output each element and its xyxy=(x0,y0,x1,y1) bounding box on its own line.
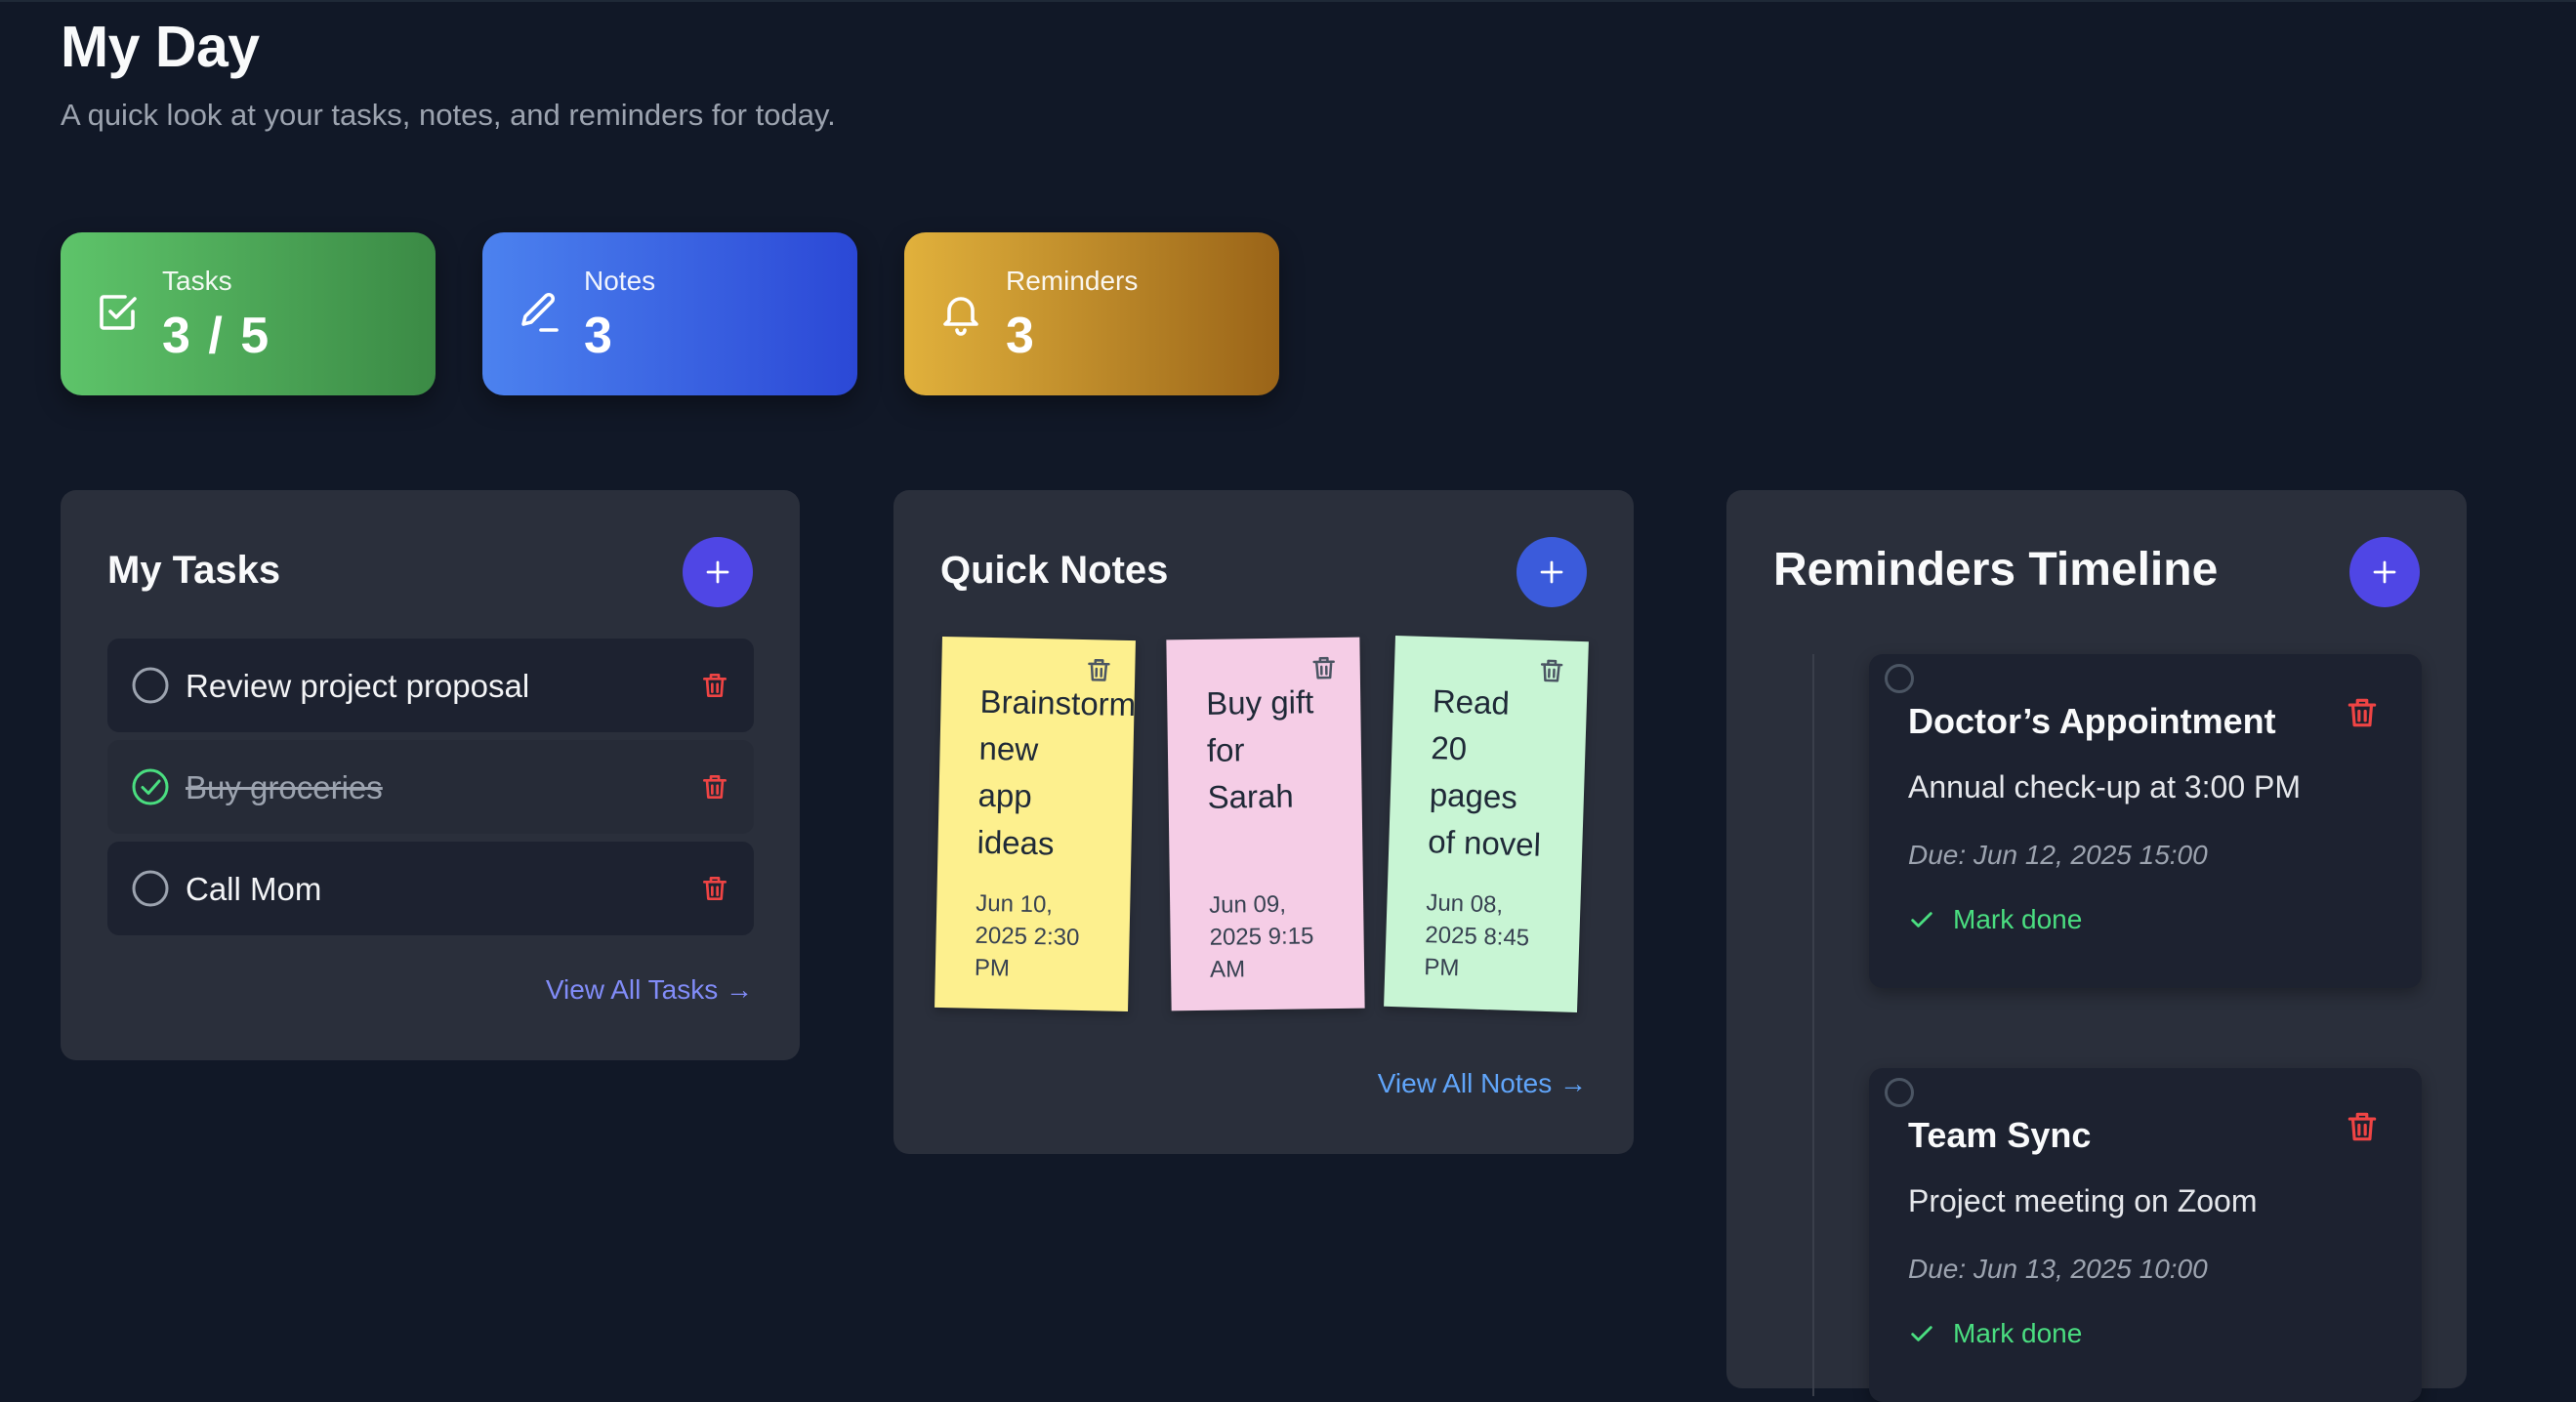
plus-icon xyxy=(1540,560,1563,584)
mark-done-label: Mark done xyxy=(1953,1318,2083,1348)
reminder-title: Team Sync xyxy=(1908,1115,2092,1155)
stat-value: 3 xyxy=(1006,308,1036,364)
tasks-panel: My Tasks Review project proposal Buy gro… xyxy=(61,490,800,1060)
task-row: Buy groceries xyxy=(107,740,754,834)
reminder-card: Team Sync Project meeting on Zoom Due: J… xyxy=(1869,1068,2422,1402)
notes-stat-card[interactable]: Notes 3 xyxy=(482,232,857,395)
view-all-tasks-link[interactable]: View All Tasks → xyxy=(546,974,753,1006)
panel-title: Quick Notes xyxy=(940,549,1169,592)
view-all-notes-link[interactable]: View All Notes → xyxy=(1378,1068,1587,1099)
reminder-title: Doctor’s Appointment xyxy=(1908,701,2276,741)
checked-circle-icon[interactable] xyxy=(131,767,170,806)
bell-icon xyxy=(943,297,978,336)
plus-icon xyxy=(706,560,729,584)
stat-value: 3 xyxy=(584,308,614,364)
trash-icon[interactable] xyxy=(699,771,730,803)
task-label: Buy groceries xyxy=(186,769,383,805)
task-label: Review project proposal xyxy=(186,668,530,704)
reminder-due: Due: Jun 12, 2025 15:00 xyxy=(1908,840,2208,870)
reminder-due: Due: Jun 13, 2025 10:00 xyxy=(1908,1254,2208,1284)
checkbox-icon xyxy=(100,295,137,330)
note-text: Buy gift for Sarah xyxy=(1206,683,1314,815)
note-date: Jun 10, 2025 2:30 PM xyxy=(974,889,1080,982)
mark-done-label: Mark done xyxy=(1953,904,2083,934)
note-text: Read 20 pages of novel xyxy=(1427,682,1542,863)
trash-icon[interactable] xyxy=(2344,1107,2381,1146)
stat-label: Reminders xyxy=(1006,266,1139,296)
trash-icon[interactable] xyxy=(699,873,730,904)
sticky-note[interactable]: Read 20 pages of novel Jun 08, 2025 8:45… xyxy=(1384,635,1589,1013)
trash-icon[interactable] xyxy=(1084,655,1114,685)
page-title: My Day xyxy=(61,15,260,79)
note-text: Brainstorm new app ideas xyxy=(976,682,1137,862)
reminder-description: Annual check-up at 3:00 PM xyxy=(1908,769,2302,804)
trash-icon[interactable] xyxy=(699,670,730,701)
panel-title: My Tasks xyxy=(107,549,281,592)
stat-value: 3 / 5 xyxy=(162,308,271,364)
pencil-icon xyxy=(521,292,559,332)
check-icon xyxy=(1911,912,1932,928)
circle-checkbox-icon[interactable] xyxy=(131,869,170,908)
plus-icon xyxy=(2373,560,2396,584)
stat-label: Notes xyxy=(584,266,656,296)
reminder-card: Doctor’s Appointment Annual check-up at … xyxy=(1869,654,2422,988)
sticky-note[interactable]: Buy gift for Sarah Jun 09, 2025 9:15 AM xyxy=(1166,637,1365,1011)
tasks-stat-card[interactable]: Tasks 3 / 5 xyxy=(61,232,436,395)
panel-title: Reminders Timeline xyxy=(1773,544,2219,596)
mark-done-button[interactable]: Mark done xyxy=(1908,1318,2082,1349)
stat-label: Tasks xyxy=(162,266,232,296)
task-row: Review project proposal xyxy=(107,639,754,732)
page-subtitle: A quick look at your tasks, notes, and r… xyxy=(61,98,836,132)
add-note-button[interactable] xyxy=(1517,537,1587,607)
reminders-stat-card[interactable]: Reminders 3 xyxy=(904,232,1279,395)
timeline-dot xyxy=(1885,664,1914,693)
note-date: Jun 08, 2025 8:45 PM xyxy=(1423,889,1530,982)
notes-panel: Quick Notes Brainstorm new app ideas Jun… xyxy=(893,490,1634,1154)
task-label: Call Mom xyxy=(186,871,322,907)
task-row: Call Mom xyxy=(107,842,754,935)
mark-done-button[interactable]: Mark done xyxy=(1908,904,2082,935)
check-icon xyxy=(1911,1326,1932,1341)
add-task-button[interactable] xyxy=(683,537,753,607)
add-reminder-button[interactable] xyxy=(2349,537,2420,607)
sticky-note[interactable]: Brainstorm new app ideas Jun 10, 2025 2:… xyxy=(935,636,1137,1012)
trash-icon[interactable] xyxy=(1309,653,1339,682)
top-border xyxy=(0,0,2576,2)
reminders-panel: Reminders Timeline Doctor’s Appointment … xyxy=(1726,490,2467,1402)
circle-checkbox-icon[interactable] xyxy=(131,666,170,705)
trash-icon[interactable] xyxy=(2344,693,2381,732)
reminder-description: Project meeting on Zoom xyxy=(1908,1183,2258,1218)
note-date: Jun 09, 2025 9:15 AM xyxy=(1208,890,1314,983)
timeline-line xyxy=(1812,654,1814,1396)
timeline-dot xyxy=(1885,1078,1914,1107)
trash-icon[interactable] xyxy=(1537,656,1567,686)
